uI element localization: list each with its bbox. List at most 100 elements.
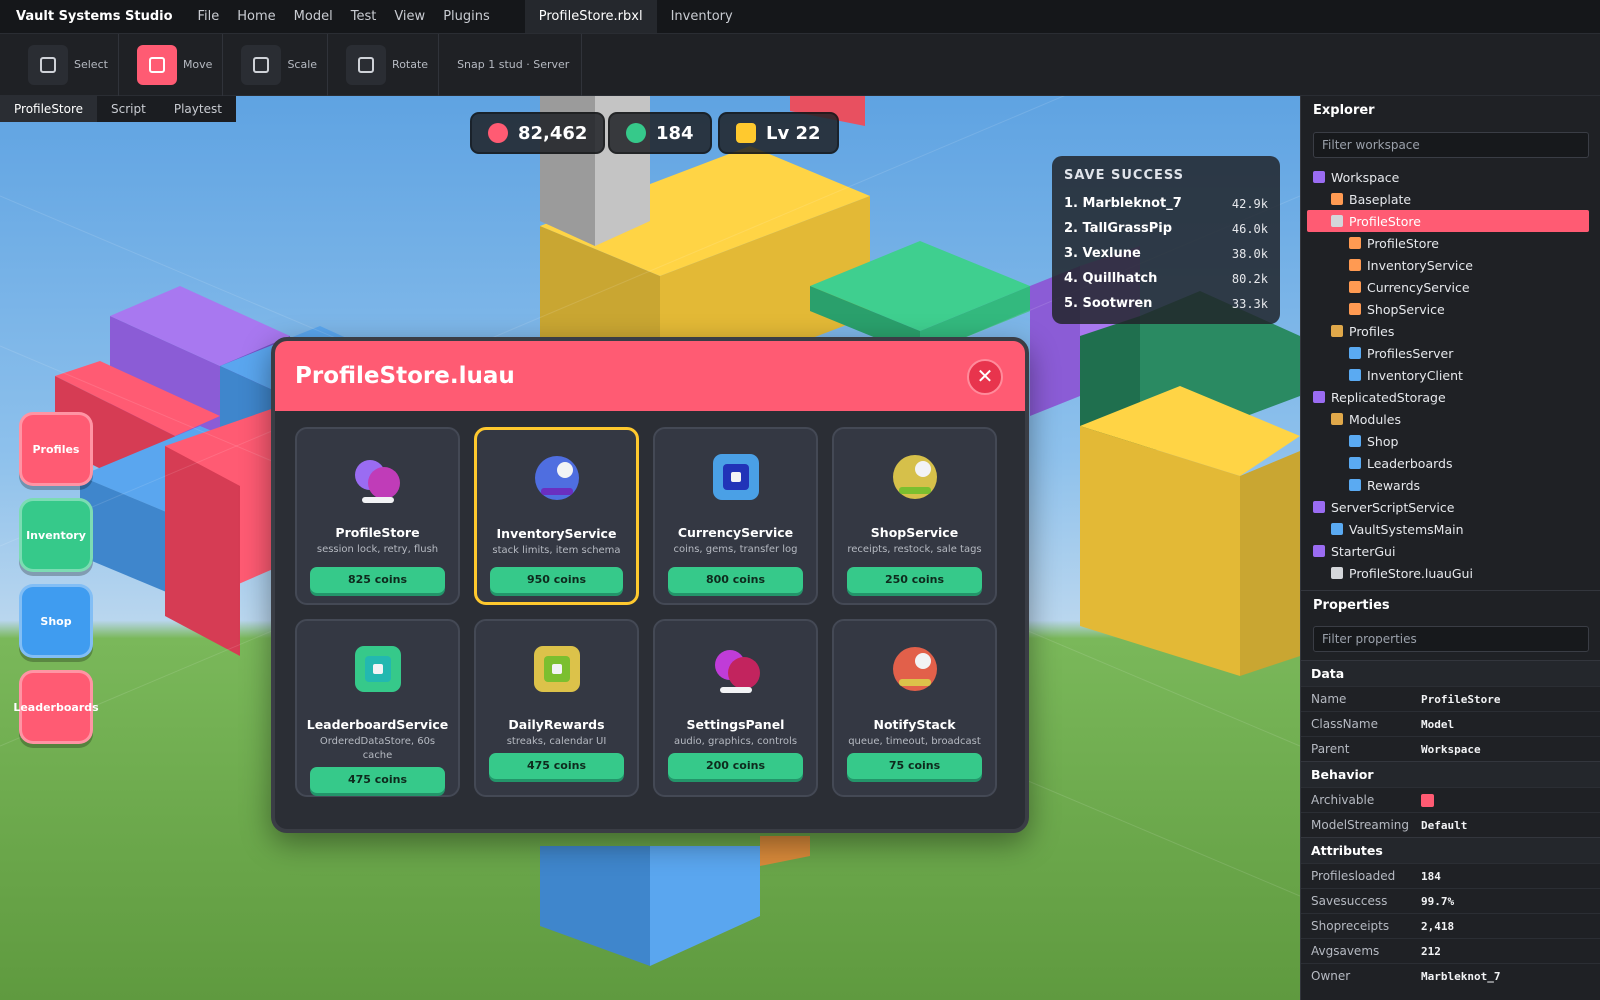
move-tool-label: Move	[182, 58, 213, 71]
scale-tool-icon[interactable]	[241, 44, 282, 85]
menu-model[interactable]: Model	[285, 9, 342, 24]
buy-button[interactable]: 825 coins	[310, 567, 445, 593]
select-tool[interactable]: Select	[28, 33, 119, 96]
instance-icon	[1349, 237, 1361, 249]
coins-counter: 82,462	[470, 112, 606, 154]
tab-playtest[interactable]: Playtest	[160, 96, 236, 122]
tree-item[interactable]: StarterGui	[1301, 540, 1600, 562]
module-card-settingspanel[interactable]: SettingsPanel audio, graphics, controls …	[653, 619, 818, 797]
buy-button[interactable]: 200 coins	[668, 753, 803, 779]
rotate-tool-icon[interactable]	[346, 44, 387, 85]
menu-view[interactable]: View	[385, 9, 434, 24]
property-value[interactable]: 184	[1421, 870, 1441, 883]
menu-home[interactable]: Home	[228, 9, 284, 24]
property-row: Shopreceipts 2,418	[1301, 913, 1600, 938]
tree-item[interactable]: ProfileStore	[1301, 232, 1600, 254]
scale-tool[interactable]: Scale	[241, 33, 329, 96]
file-tab-inventory[interactable]: Inventory	[657, 9, 747, 24]
move-tool[interactable]: Move	[136, 33, 224, 96]
tree-item-label: Modules	[1349, 411, 1401, 427]
buy-button[interactable]: 475 coins	[310, 767, 445, 793]
tab-profilestore[interactable]: ProfileStore	[0, 96, 98, 122]
tree-item[interactable]: Rewards	[1301, 474, 1600, 496]
tree-item-label: Shop	[1367, 433, 1399, 449]
property-row: Name ProfileStore	[1301, 686, 1600, 711]
buy-button[interactable]: 475 coins	[489, 753, 624, 779]
module-name: DailyRewards	[508, 717, 605, 732]
tree-item-label: ShopService	[1367, 301, 1445, 317]
tree-item[interactable]: CurrencyService	[1301, 276, 1600, 298]
tree-item[interactable]: ShopService	[1301, 298, 1600, 320]
tree-item[interactable]: Leaderboards	[1301, 452, 1600, 474]
property-value[interactable]: 2,418	[1421, 920, 1454, 933]
properties-filter-input[interactable]: Filter properties	[1313, 626, 1589, 652]
module-card-profilestore[interactable]: ProfileStore session lock, retry, flush …	[295, 427, 460, 605]
tree-item-label: ProfileStore	[1367, 235, 1439, 251]
buy-button[interactable]: 950 coins	[490, 567, 623, 593]
inventory-button[interactable]: Inventory	[19, 498, 93, 572]
tree-item[interactable]: ProfileStore	[1307, 210, 1589, 232]
menu-test[interactable]: Test	[342, 9, 386, 24]
tree-item[interactable]: Modules	[1301, 408, 1600, 430]
scale-tool-label: Scale	[287, 58, 318, 71]
instance-icon	[1313, 545, 1325, 557]
tree-item[interactable]: Profiles	[1301, 320, 1600, 342]
explorer-filter-input[interactable]: Filter workspace	[1313, 132, 1589, 158]
module-card-dailyrewards[interactable]: DailyRewards streaks, calendar UI 475 co…	[474, 619, 639, 797]
property-value[interactable]: ProfileStore	[1421, 693, 1500, 706]
profiles-button[interactable]: Profiles	[19, 412, 93, 486]
shop-button[interactable]: Shop	[19, 584, 93, 658]
archivable-checkbox[interactable]	[1421, 793, 1434, 807]
menu-plugins[interactable]: Plugins	[434, 9, 499, 24]
tree-item[interactable]: ProfileStore.luauGui	[1301, 562, 1600, 584]
property-value[interactable]: Default	[1421, 819, 1467, 832]
menu-file[interactable]: File	[189, 9, 229, 24]
buy-button[interactable]: 75 coins	[847, 753, 982, 779]
property-value[interactable]: Workspace	[1421, 743, 1481, 756]
property-key: Owner	[1311, 969, 1351, 983]
tree-item[interactable]: Shop	[1301, 430, 1600, 452]
module-card-currencyservice[interactable]: CurrencyService coins, gems, transfer lo…	[653, 427, 818, 605]
rotate-tool[interactable]: Rotate	[346, 33, 440, 96]
leaderboards-button[interactable]: Leaderboards	[13, 670, 99, 744]
game-viewport[interactable]: ProfileStore Script Playtest 82,462 184 …	[0, 96, 1300, 1000]
tree-item[interactable]: Baseplate	[1301, 188, 1600, 210]
move-tool-icon[interactable]	[136, 44, 177, 85]
tab-script[interactable]: Script	[97, 96, 160, 122]
select-tool-label: Select	[74, 58, 108, 71]
property-section-header[interactable]: Attributes	[1301, 837, 1600, 863]
file-tab-active[interactable]: ProfileStore.rbxl	[524, 0, 657, 33]
tree-item[interactable]: InventoryClient	[1301, 364, 1600, 386]
tree-item[interactable]: ReplicatedStorage	[1301, 386, 1600, 408]
tree-item-label: Rewards	[1367, 477, 1421, 493]
tree-item[interactable]: InventoryService	[1301, 254, 1600, 276]
property-section-header[interactable]: Data	[1301, 660, 1600, 686]
tree-item-label: ProfileStore	[1349, 213, 1421, 229]
buy-button[interactable]: 250 coins	[847, 567, 982, 593]
module-card-inventoryservice[interactable]: InventoryService stack limits, item sche…	[474, 427, 639, 605]
property-value[interactable]: Model	[1421, 718, 1454, 731]
property-value[interactable]: Marbleknot_7	[1421, 970, 1500, 983]
explorer-title: Explorer	[1313, 103, 1375, 118]
close-button[interactable]: ✕	[967, 359, 1003, 395]
modal-title: ProfileStore.luau	[295, 363, 515, 389]
tree-item[interactable]: ServerScriptService	[1301, 496, 1600, 518]
tree-item[interactable]: VaultSystemsMain	[1301, 518, 1600, 540]
tree-item[interactable]: Workspace	[1301, 166, 1600, 188]
module-card-leaderboardservice[interactable]: LeaderboardService OrderedDataStore, 60s…	[295, 619, 460, 797]
gems-counter: 184	[608, 112, 712, 154]
property-value[interactable]: 212	[1421, 945, 1441, 958]
buy-button[interactable]: 800 coins	[668, 567, 803, 593]
tree-item-label: InventoryService	[1367, 257, 1473, 273]
property-section-header[interactable]: Behavior	[1301, 761, 1600, 787]
module-card-notifystack[interactable]: NotifyStack queue, timeout, broadcast 75…	[832, 619, 997, 797]
tree-item-label: ReplicatedStorage	[1331, 389, 1446, 405]
orb-icon	[534, 456, 579, 500]
tree-item-label: ProfilesServer	[1367, 345, 1454, 361]
module-card-shopservice[interactable]: ShopService receipts, restock, sale tags…	[832, 427, 997, 605]
select-tool-icon[interactable]	[28, 44, 68, 85]
tree-item-label: Profiles	[1349, 323, 1395, 339]
tree-item[interactable]: ProfilesServer	[1301, 342, 1600, 364]
snap-setting[interactable]: Snap 1 stud · Server	[457, 33, 583, 96]
property-value[interactable]: 99.7%	[1421, 895, 1454, 908]
